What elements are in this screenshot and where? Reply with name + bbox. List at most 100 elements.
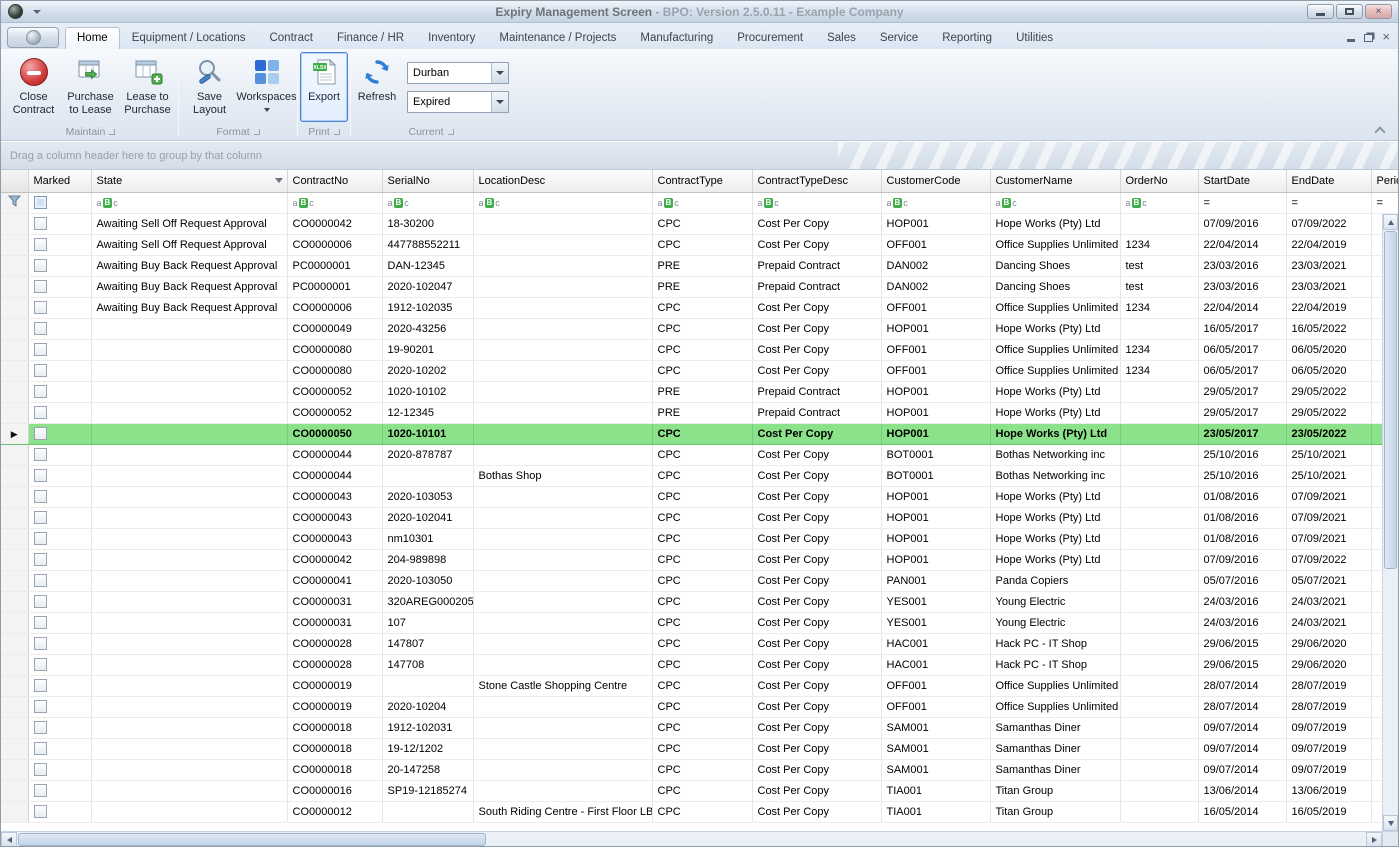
state-cell[interactable] <box>91 801 287 822</box>
marked-checkbox[interactable] <box>34 322 47 335</box>
marked-checkbox[interactable] <box>34 280 47 293</box>
marked-cell[interactable] <box>28 717 91 738</box>
location-desc-cell[interactable] <box>473 486 652 507</box>
state-cell[interactable]: Awaiting Buy Back Request Approval <box>91 276 287 297</box>
end-date-cell[interactable]: 29/06/2020 <box>1286 654 1371 675</box>
customer-code-cell[interactable]: HOP001 <box>881 486 990 507</box>
marked-cell[interactable] <box>28 381 91 402</box>
location-desc-cell[interactable] <box>473 381 652 402</box>
marked-cell[interactable] <box>28 654 91 675</box>
start-date-cell[interactable]: 09/07/2014 <box>1198 738 1286 759</box>
customer-name-cell[interactable]: Office Supplies Unlimited <box>990 696 1120 717</box>
end-date-cell[interactable]: 07/09/2022 <box>1286 213 1371 234</box>
contract-type-desc-cell[interactable]: Cost Per Copy <box>752 780 881 801</box>
location-desc-cell[interactable] <box>473 759 652 780</box>
contract-no-cell[interactable]: CO0000018 <box>287 738 382 759</box>
marked-cell[interactable] <box>28 486 91 507</box>
customer-name-cell[interactable]: Dancing Shoes <box>990 276 1120 297</box>
marked-cell[interactable] <box>28 297 91 318</box>
customer-name-cell[interactable]: Bothas Networking inc <box>990 465 1120 486</box>
horizontal-scrollbar[interactable] <box>1 831 1382 846</box>
contract-type-cell[interactable]: CPC <box>652 780 752 801</box>
table-row[interactable]: CO0000031 107 CPC Cost Per Copy YES001 Y… <box>1 612 1399 633</box>
customer-name-cell[interactable]: Hope Works (Pty) Ltd <box>990 549 1120 570</box>
marked-checkbox[interactable] <box>34 637 47 650</box>
contract-type-desc-cell[interactable]: Prepaid Contract <box>752 381 881 402</box>
contract-type-cell[interactable]: CPC <box>652 549 752 570</box>
contract-type-cell[interactable]: PRE <box>652 381 752 402</box>
start-date-cell[interactable]: 01/08/2016 <box>1198 486 1286 507</box>
contract-type-desc-cell[interactable]: Cost Per Copy <box>752 360 881 381</box>
contract-type-cell[interactable]: CPC <box>652 612 752 633</box>
contract-type-desc-cell[interactable]: Cost Per Copy <box>752 486 881 507</box>
customer-code-cell[interactable]: DAN002 <box>881 255 990 276</box>
scroll-left-button[interactable] <box>1 832 17 847</box>
customer-code-cell[interactable]: HOP001 <box>881 423 990 444</box>
tab-equipment-locations[interactable]: Equipment / Locations <box>120 27 258 49</box>
tab-inventory[interactable]: Inventory <box>416 27 487 49</box>
state-cell[interactable] <box>91 717 287 738</box>
start-date-cell[interactable]: 01/08/2016 <box>1198 507 1286 528</box>
table-row[interactable]: CO0000018 20-147258 CPC Cost Per Copy SA… <box>1 759 1399 780</box>
customer-code-cell[interactable]: DAN002 <box>881 276 990 297</box>
marked-checkbox[interactable] <box>34 805 47 818</box>
contract-no-cell[interactable]: CO0000006 <box>287 234 382 255</box>
marked-cell[interactable] <box>28 213 91 234</box>
serial-no-cell[interactable]: 2020-10204 <box>382 696 473 717</box>
contract-type-cell[interactable]: CPC <box>652 486 752 507</box>
start-date-cell[interactable]: 16/05/2017 <box>1198 318 1286 339</box>
serial-no-cell[interactable]: 147708 <box>382 654 473 675</box>
state-cell[interactable]: Awaiting Sell Off Request Approval <box>91 234 287 255</box>
start-date-cell[interactable]: 29/06/2015 <box>1198 633 1286 654</box>
marked-checkbox[interactable] <box>34 301 47 314</box>
contract-type-desc-cell[interactable]: Cost Per Copy <box>752 801 881 822</box>
marked-checkbox[interactable] <box>34 700 47 713</box>
marked-cell[interactable] <box>28 612 91 633</box>
location-desc-cell[interactable] <box>473 738 652 759</box>
serial-no-cell[interactable]: 1912-102031 <box>382 717 473 738</box>
collapse-ribbon-icon[interactable] <box>1374 126 1385 137</box>
quick-access-dropdown-icon[interactable] <box>33 10 41 14</box>
order-no-cell[interactable]: 1234 <box>1120 234 1198 255</box>
serial-no-cell[interactable]: 18-30200 <box>382 213 473 234</box>
location-desc-cell[interactable] <box>473 318 652 339</box>
table-row[interactable]: CO0000049 2020-43256 CPC Cost Per Copy H… <box>1 318 1399 339</box>
order-no-cell[interactable] <box>1120 696 1198 717</box>
contract-type-cell[interactable]: CPC <box>652 507 752 528</box>
start-date-cell[interactable]: 24/03/2016 <box>1198 591 1286 612</box>
abc-filter-cell[interactable]: aBc <box>990 192 1120 213</box>
table-row[interactable]: CO0000019 Stone Castle Shopping Centre C… <box>1 675 1399 696</box>
end-date-cell[interactable]: 29/06/2020 <box>1286 633 1371 654</box>
contract-type-desc-cell[interactable]: Cost Per Copy <box>752 528 881 549</box>
contract-no-cell[interactable]: PC0000001 <box>287 276 382 297</box>
table-row[interactable]: CO0000019 2020-10204 CPC Cost Per Copy O… <box>1 696 1399 717</box>
eq-filter-cell[interactable]: = <box>1198 192 1286 213</box>
location-desc-cell[interactable] <box>473 717 652 738</box>
order-no-cell[interactable]: 1234 <box>1120 360 1198 381</box>
serial-no-cell[interactable]: 2020-102047 <box>382 276 473 297</box>
start-date-cell[interactable]: 28/07/2014 <box>1198 675 1286 696</box>
start-date-cell[interactable]: 05/07/2016 <box>1198 570 1286 591</box>
save-layout-button[interactable]: Save Layout <box>181 52 238 122</box>
contract-type-cell[interactable]: CPC <box>652 696 752 717</box>
order-no-cell[interactable] <box>1120 570 1198 591</box>
contract-no-cell[interactable]: CO0000018 <box>287 717 382 738</box>
location-desc-cell[interactable] <box>473 255 652 276</box>
maximize-button[interactable] <box>1336 4 1363 19</box>
tab-home[interactable]: Home <box>65 27 120 49</box>
eq-filter-cell[interactable]: = <box>1286 192 1371 213</box>
marked-checkbox[interactable] <box>34 385 47 398</box>
marked-checkbox[interactable] <box>34 259 47 272</box>
contract-no-cell[interactable]: CO0000028 <box>287 654 382 675</box>
app-icon[interactable] <box>8 4 23 19</box>
customer-code-cell[interactable]: OFF001 <box>881 297 990 318</box>
serial-no-cell[interactable]: 1020-10102 <box>382 381 473 402</box>
contract-no-cell[interactable]: CO0000019 <box>287 675 382 696</box>
marked-cell[interactable] <box>28 444 91 465</box>
contract-type-desc-cell[interactable]: Cost Per Copy <box>752 213 881 234</box>
customer-name-cell[interactable]: Hope Works (Pty) Ltd <box>990 213 1120 234</box>
serial-no-cell[interactable]: 2020-10202 <box>382 360 473 381</box>
marked-cell[interactable] <box>28 318 91 339</box>
end-date-cell[interactable]: 23/03/2021 <box>1286 255 1371 276</box>
end-date-cell[interactable]: 05/07/2021 <box>1286 570 1371 591</box>
